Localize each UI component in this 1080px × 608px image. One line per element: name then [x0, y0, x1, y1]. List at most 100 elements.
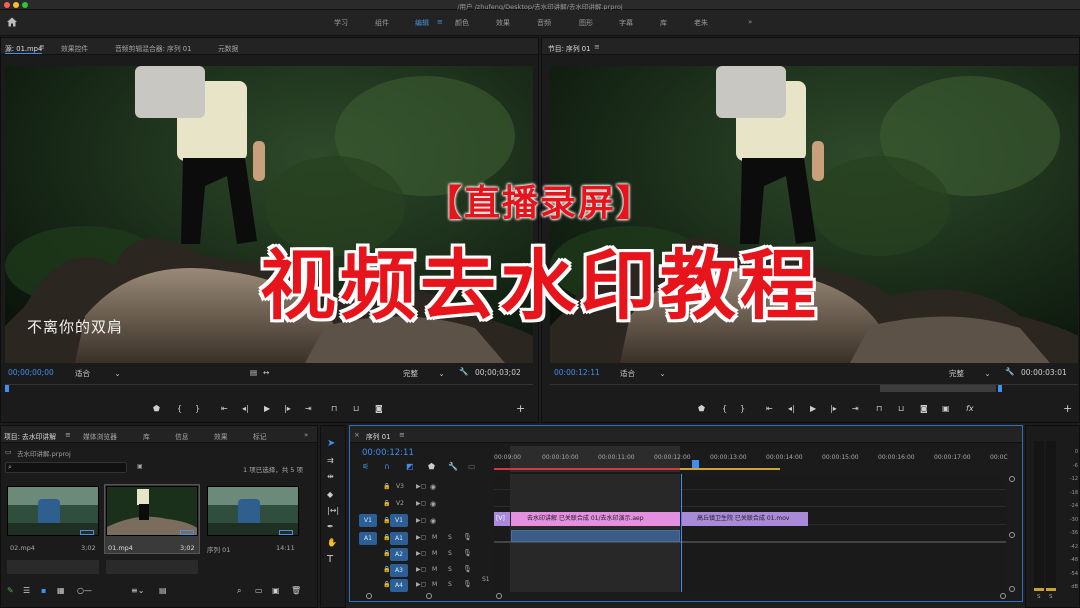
- track-target-a4[interactable]: A4: [390, 579, 408, 592]
- track-v2[interactable]: [494, 493, 1006, 507]
- tab-libraries[interactable]: 库: [143, 431, 150, 441]
- sort-icon[interactable]: ≡⌄: [131, 586, 144, 595]
- new-item-icon[interactable]: ▣: [272, 586, 280, 595]
- project-item-name[interactable]: 01.mp4: [108, 544, 133, 552]
- timeline-playhead-handle[interactable]: [692, 460, 699, 468]
- list-view-icon[interactable]: ☰: [23, 586, 30, 595]
- track-target-a3[interactable]: A3: [390, 564, 408, 577]
- source-playhead-timecode[interactable]: 00;00;00;00: [8, 368, 54, 377]
- mute-button[interactable]: M: [432, 534, 437, 541]
- tab-more[interactable]: »: [304, 431, 308, 439]
- mark-out-icon[interactable]: }: [195, 404, 200, 413]
- wrench-icon[interactable]: 🔧: [1005, 367, 1014, 376]
- clip-aep-comp[interactable]: 去水印讲解 已关联合成 01/去水印演示.aep: [511, 512, 680, 526]
- source-playhead[interactable]: [5, 385, 9, 392]
- sync-lock-icon[interactable]: ▶▢: [416, 550, 426, 557]
- scroll-handle-right[interactable]: [426, 593, 432, 599]
- program-zoom-select[interactable]: 适合 ⌄: [620, 368, 666, 379]
- zoom-slider[interactable]: ○—: [77, 586, 92, 595]
- mark-in-icon[interactable]: {: [177, 404, 182, 413]
- step-forward-icon[interactable]: |▸: [284, 404, 291, 413]
- scroll-handle-left[interactable]: [496, 593, 502, 599]
- track-target-v1[interactable]: V1: [390, 514, 408, 527]
- tab-media-browser[interactable]: 媒体浏览器: [83, 431, 117, 441]
- project-item-name[interactable]: 02.mp4: [10, 544, 35, 552]
- pen-tool-icon[interactable]: ✒: [327, 522, 334, 531]
- wrench-icon[interactable]: 🔧: [448, 462, 458, 471]
- scroll-handle-bottom[interactable]: [1009, 586, 1015, 592]
- clip-mov-comp[interactable]: 高丘镇卫生院 已关联合成 01.mov: [681, 512, 808, 526]
- track-target-a2[interactable]: A2: [390, 548, 408, 561]
- solo-button[interactable]: S: [448, 581, 452, 588]
- project-item-thumbnail[interactable]: [106, 486, 198, 536]
- header-scrollbar[interactable]: [366, 592, 466, 600]
- new-bin-icon[interactable]: ▣: [137, 463, 143, 470]
- program-scrub-bar[interactable]: [550, 384, 1078, 392]
- project-search-input[interactable]: ⌕: [5, 462, 127, 473]
- razor-icon[interactable]: ◆: [327, 490, 333, 499]
- automate-icon[interactable]: ▤: [159, 586, 167, 595]
- project-item-thumbnail[interactable]: [7, 486, 99, 536]
- scroll-handle-left[interactable]: [366, 593, 372, 599]
- workspace-tab-edit[interactable]: 编辑: [415, 18, 429, 28]
- track-target-a1[interactable]: A1: [390, 532, 408, 545]
- add-marker-icon[interactable]: ⬟: [428, 462, 435, 471]
- tab-menu-icon[interactable]: ≡: [65, 431, 71, 439]
- horizontal-scrollbar[interactable]: [494, 592, 1006, 600]
- tab-effects[interactable]: 效果: [214, 431, 228, 441]
- source-settings-icon[interactable]: ▤: [250, 368, 257, 377]
- sync-lock-icon[interactable]: ▶▢: [416, 566, 426, 573]
- close-icon[interactable]: ×: [354, 431, 360, 439]
- timeline-timecode[interactable]: 00:00:12:11: [362, 448, 414, 458]
- workspace-tab-audio[interactable]: 音频: [537, 18, 551, 28]
- lock-icon[interactable]: 🔒: [383, 500, 390, 507]
- sync-lock-icon[interactable]: ▶▢: [416, 517, 426, 524]
- tab-menu-icon[interactable]: ≡: [594, 43, 600, 51]
- mute-button[interactable]: M: [432, 581, 437, 588]
- clip-prev[interactable]: [V]: [494, 512, 510, 526]
- project-item-thumbnail[interactable]: [207, 486, 299, 536]
- workspace-more-button[interactable]: »: [748, 18, 752, 26]
- source-drag-icon[interactable]: ↔: [263, 368, 269, 377]
- time-ruler[interactable]: 00:09:00 00:00:10:00 00:00:11:00 00:00:1…: [494, 446, 1014, 472]
- tab-menu-icon[interactable]: ≡: [399, 431, 405, 439]
- solo-button[interactable]: S: [448, 566, 452, 573]
- ripple-edit-icon[interactable]: ⇹: [327, 472, 334, 481]
- track-select-icon[interactable]: ⇉: [327, 456, 334, 465]
- play-icon[interactable]: ▶: [264, 404, 270, 413]
- compare-icon[interactable]: ▣: [942, 404, 950, 413]
- new-bin-icon[interactable]: ▭: [255, 586, 263, 595]
- tab-effect-controls[interactable]: 效果控件: [61, 43, 88, 53]
- audio-clip[interactable]: [511, 530, 680, 542]
- workspace-menu-icon[interactable]: ≡: [437, 18, 443, 26]
- freeform-view-icon[interactable]: ▦: [57, 586, 65, 595]
- marker-icon[interactable]: ⬟: [698, 404, 705, 413]
- tab-menu-icon[interactable]: ≡: [39, 43, 45, 51]
- mute-button[interactable]: M: [432, 550, 437, 557]
- source-quality-select[interactable]: 完整 ⌄: [403, 368, 445, 379]
- magnet-icon[interactable]: ∩: [384, 462, 390, 471]
- source-scrub-bar[interactable]: [5, 384, 533, 392]
- icon-view-icon[interactable]: ▪: [41, 586, 46, 595]
- scroll-handle-right[interactable]: [1000, 593, 1006, 599]
- type-tool-icon[interactable]: T: [327, 554, 333, 565]
- mark-out-icon[interactable]: }: [740, 404, 745, 413]
- workspace-tab-custom[interactable]: 老朱: [694, 18, 708, 28]
- microphone-icon[interactable]: 🎙: [463, 549, 472, 557]
- camera-icon[interactable]: ◙: [920, 404, 928, 413]
- program-quality-select[interactable]: 完整 ⌄: [949, 368, 991, 379]
- microphone-icon[interactable]: 🎙: [463, 533, 472, 541]
- clear-icon[interactable]: 🗑: [291, 586, 301, 595]
- step-forward-icon[interactable]: |▸: [830, 404, 837, 413]
- camera-icon[interactable]: ◙: [375, 404, 383, 413]
- mute-button[interactable]: M: [432, 566, 437, 573]
- project-item-name[interactable]: 序列 01: [207, 544, 230, 554]
- source-zoom-select[interactable]: 适合 ⌄: [75, 368, 121, 379]
- program-playhead-timecode[interactable]: 00:00:12:11: [554, 368, 600, 377]
- sync-lock-icon[interactable]: ▶▢: [416, 500, 426, 507]
- go-to-out-icon[interactable]: ⇥: [852, 404, 859, 413]
- extract-icon[interactable]: ⊔: [898, 404, 904, 413]
- program-playhead[interactable]: [998, 385, 1002, 392]
- tab-markers[interactable]: 标记: [253, 431, 267, 441]
- insert-icon[interactable]: ⊓: [331, 404, 337, 413]
